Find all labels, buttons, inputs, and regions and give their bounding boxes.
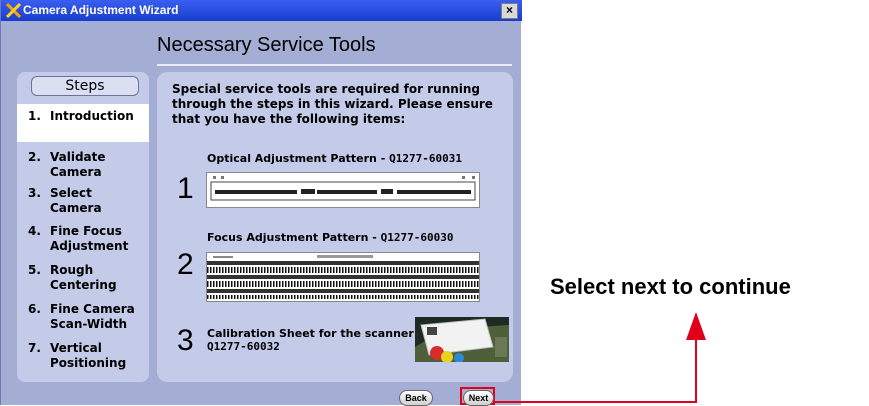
annotation-arrow-icon	[494, 312, 706, 403]
